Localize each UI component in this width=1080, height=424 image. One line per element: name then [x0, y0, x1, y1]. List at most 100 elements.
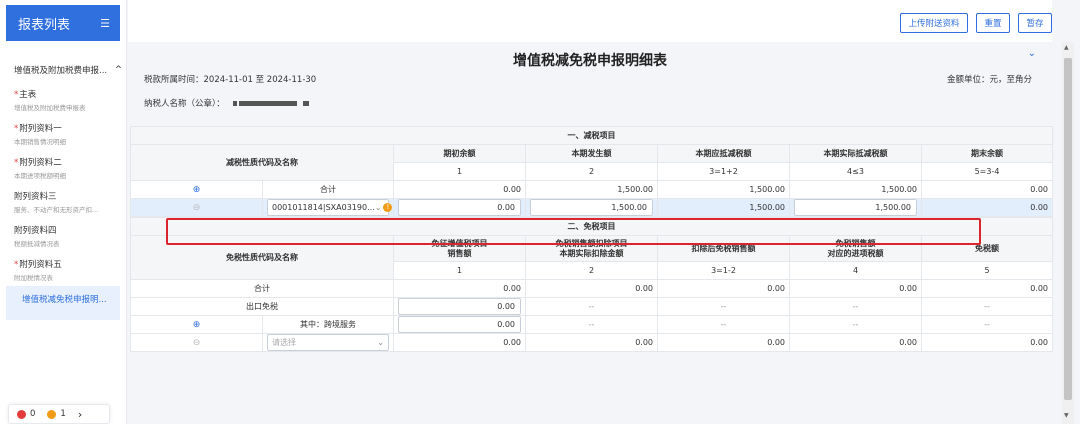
col-number: 4≤3 [789, 162, 922, 181]
sidebar-item-subtitle: 税额抵减情况表 [14, 240, 60, 248]
table-cell: 0.00 [920, 279, 1054, 298]
table-cell: -- [657, 315, 790, 334]
ending-balance: 0.00 [920, 198, 1054, 217]
reduction-table: 一、减税项目 减税性质代码及名称 期初余额 本期发生额 本期应抵减税额 本期实际… [129, 126, 1054, 217]
cross-border-label: 其中：跨境服务 [262, 315, 394, 334]
scroll-up-icon[interactable]: ▲ [1064, 44, 1069, 51]
sidebar-item-label: 附列资料一 [19, 124, 62, 134]
sidebar-item-attachment-1[interactable]: *附列资料一 本期销售情况明细 [14, 122, 120, 146]
cross-border-row: ⊕ 其中：跨境服务 0.00 -- -- -- -- [130, 315, 1054, 334]
sidebar-item-subtitle: 附加税情况表 [14, 274, 53, 282]
reduction-total-row: ⊕ 合计 0.00 1,500.00 1,500.00 1,500.00 0.0… [130, 180, 1054, 199]
table-cell: -- [920, 297, 1054, 316]
redacted-mark [232, 100, 237, 106]
required-mark: * [14, 124, 19, 134]
taxpayer-label: 纳税人名称（公章）： [144, 99, 225, 109]
remove-row-icon[interactable]: ⊖ [193, 203, 201, 213]
col-number: 3=1+2 [657, 162, 790, 181]
col-number: 1 [393, 162, 526, 181]
sidebar-item-label: 附列资料三 [14, 192, 57, 202]
current-amount-input[interactable]: 1,500.00 [530, 199, 653, 216]
sidebar-item-attachment-3[interactable]: 附列资料三 服务、不动产和无形资产扣... [14, 190, 120, 214]
col-header: 期初余额 [393, 144, 526, 163]
table-cell: -- [657, 297, 790, 316]
sidebar-item-label: 附列资料五 [19, 260, 62, 270]
page-title: 增值税减免税申报明细表 [513, 53, 667, 69]
export-sales-input[interactable]: 0.00 [398, 298, 521, 315]
chevron-right-icon[interactable]: › [78, 408, 82, 421]
col-header: 扣除后免税销售额 [657, 235, 790, 262]
reset-button[interactable]: 重置 [976, 13, 1010, 33]
error-count[interactable]: 0 [17, 409, 35, 419]
required-mark: * [14, 260, 19, 270]
actual-deduction-input[interactable]: 1,500.00 [794, 199, 917, 216]
exemption-name-header: 免税性质代码及名称 [130, 235, 394, 280]
sidebar-item-label: 主表 [19, 90, 37, 100]
table-cell: 0.00 [393, 279, 526, 298]
scroll-down-icon[interactable]: ▼ [1064, 412, 1069, 419]
validation-status-bar: 0 1 › [8, 404, 110, 424]
table-cell: 0.00 [657, 333, 790, 352]
save-draft-button[interactable]: 暂存 [1018, 13, 1052, 33]
table-cell: -- [920, 315, 1054, 334]
add-row-icon[interactable]: ⊕ [193, 320, 201, 330]
sidebar: 报表列表 ☰ 增值税及附加税费申报... ^ *主表 增值税及附加税费申报表 *… [0, 0, 127, 424]
sidebar-item-label: 附列资料四 [14, 226, 57, 236]
col-header: 期末余额 [920, 144, 1054, 163]
table-cell: 0.00 [920, 180, 1054, 199]
sidebar-item-subtitle: 增值税及附加税费申报表 [14, 104, 86, 112]
sidebar-item-attachment-4[interactable]: 附列资料四 税额抵减情况表 [14, 224, 120, 248]
exemption-item-row: ⊖ 请选择 ⌄ 0.00 0.00 0.00 0.00 0.00 [130, 333, 1054, 352]
col-header: 免征增值税项目 销售额 [393, 235, 526, 262]
sidebar-item-subtitle: 本期进项税额明细 [14, 172, 66, 180]
col-number: 2 [525, 261, 658, 280]
export-label: 出口免税 [130, 297, 394, 316]
sidebar-item-attachment-2[interactable]: *附列资料二 本期进项税额明细 [14, 156, 120, 180]
table-cell: -- [789, 315, 922, 334]
warning-icon[interactable]: ! [383, 203, 393, 212]
deductible-amount: 1,500.00 [657, 198, 790, 217]
upload-attachment-button[interactable]: 上传附送资料 [900, 13, 968, 33]
scrollbar-thumb[interactable] [1064, 58, 1072, 400]
chevron-down-icon: ⌄ [374, 203, 382, 212]
exemption-total-row: 合计 0.00 0.00 0.00 0.00 0.00 [130, 279, 1054, 298]
reduction-name-header: 减税性质代码及名称 [130, 144, 394, 181]
sidebar-group-vat[interactable]: 增值税及附加税费申报... ^ [14, 64, 122, 76]
cross-border-sales-input[interactable]: 0.00 [398, 316, 521, 333]
table-cell: 0.00 [525, 333, 658, 352]
total-label: 合计 [130, 279, 394, 298]
col-number: 4 [789, 261, 922, 280]
error-icon [17, 409, 26, 419]
warning-count[interactable]: 1 [47, 409, 66, 419]
opening-balance-input[interactable]: 0.00 [398, 199, 521, 216]
table-cell: -- [789, 297, 922, 316]
table-cell: 1,500.00 [789, 180, 922, 199]
report-table-area: 一、减税项目 减税性质代码及名称 期初余额 本期发生额 本期应抵减税额 本期实际… [129, 126, 1054, 352]
required-mark: * [14, 90, 19, 100]
sidebar-title: 报表列表 [18, 17, 71, 33]
col-header: 本期应抵减税额 [657, 144, 790, 163]
col-number: 3=1-2 [657, 261, 790, 280]
table-cell: 0.00 [393, 180, 526, 199]
table-cell: -- [525, 315, 658, 334]
reduction-code-select[interactable]: 0001011814|SXA03190... ⌄! [267, 199, 393, 216]
table-cell: 0.00 [789, 279, 922, 298]
chevron-down-icon[interactable]: ⌄ [1028, 48, 1036, 59]
col-number: 2 [525, 162, 658, 181]
remove-row-icon[interactable]: ⊖ [193, 338, 201, 348]
sidebar-item-label: 附列资料二 [19, 158, 62, 168]
table-cell: -- [525, 297, 658, 316]
add-row-icon[interactable]: ⊕ [193, 185, 201, 195]
menu-collapse-icon[interactable]: ☰ [100, 17, 110, 30]
col-header: 免税销售额扣除项目 本期实际扣除金额 [525, 235, 658, 262]
exemption-code-select[interactable]: 请选择 ⌄ [267, 334, 389, 351]
sidebar-item-reduction-exemption[interactable]: 增值税减免税申报明... [6, 286, 120, 320]
sidebar-item-attachment-5[interactable]: *附列资料五 附加税情况表 [14, 258, 120, 282]
exemption-table: 二、免税项目 免税性质代码及名称 免征增值税项目 销售额 免税销售额扣除项目 本… [129, 217, 1054, 352]
chevron-up-icon: ^ [114, 65, 122, 75]
sidebar-group-label: 增值税及附加税费申报... [14, 66, 108, 76]
exemption-section-title: 二、免税项目 [129, 217, 1054, 236]
amount-unit: 金额单位：元，至角分 [946, 75, 1032, 85]
sidebar-item-main[interactable]: *主表 增值税及附加税费申报表 [14, 88, 120, 112]
col-number: 1 [393, 261, 526, 280]
